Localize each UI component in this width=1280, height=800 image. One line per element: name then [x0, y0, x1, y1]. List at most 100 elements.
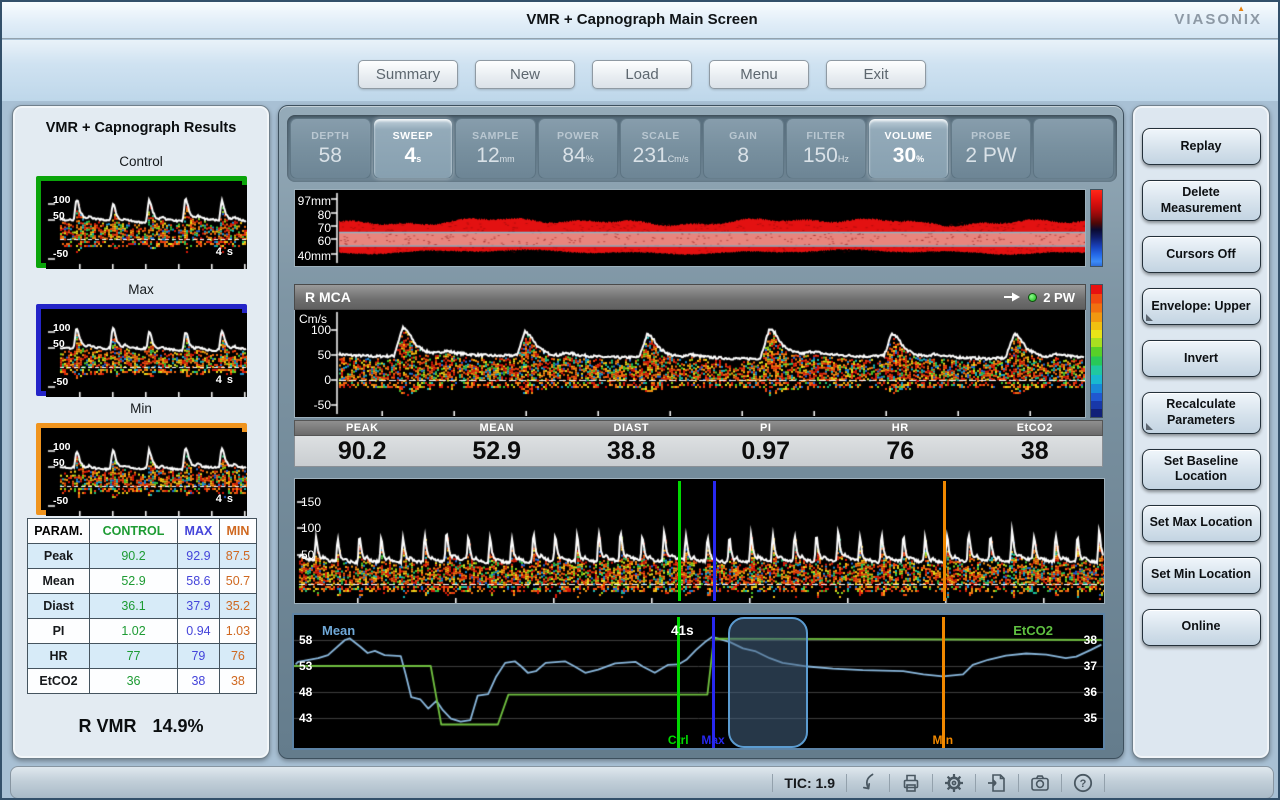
table-row: PI 1.02 0.94 1.03	[28, 619, 257, 644]
left-ytick: 43	[299, 711, 312, 725]
mmode-depth-label: 80	[295, 208, 331, 222]
viasonix-logo: VIASONIX ▲	[1174, 11, 1262, 28]
col-control: CONTROL	[90, 519, 178, 544]
summary-button[interactable]: Summary	[358, 60, 458, 89]
peak-value: 90.2	[295, 436, 430, 466]
vessel-name: R MCA	[305, 289, 351, 305]
mmode-colorbar	[1090, 189, 1103, 267]
separator	[772, 774, 773, 792]
right-ytick: 35	[1084, 711, 1097, 725]
menu-button[interactable]: Menu	[709, 60, 809, 89]
table-header-row: PARAM. CONTROL MAX MIN	[28, 519, 257, 544]
doppler-header: R MCA 2 PW	[294, 284, 1086, 310]
trend-chart-canvas	[294, 615, 1103, 748]
max-cursor[interactable]	[713, 481, 716, 601]
right-ytick: 36	[1084, 685, 1097, 699]
thumb-xlabel: 4 s	[216, 493, 234, 505]
param-empty[interactable]	[1033, 118, 1114, 179]
control-waveform-thumbnail: 100 50 -50 4 s	[36, 176, 247, 268]
param-power[interactable]: POWER84%	[538, 118, 619, 179]
probe-led-icon	[1028, 293, 1037, 302]
table-row: Mean 52.9 58.6 50.7	[28, 569, 257, 594]
trend-ytick: 100	[301, 521, 331, 535]
set-baseline-location-button[interactable]: Set Baseline Location	[1142, 449, 1261, 490]
param-probe[interactable]: PROBE2 PW	[951, 118, 1032, 179]
logo-caret-icon: ▲	[1237, 4, 1247, 13]
max-cursor[interactable]	[712, 617, 715, 748]
swoosh-arrow-icon[interactable]	[856, 771, 880, 795]
gear-icon[interactable]	[942, 771, 966, 795]
replay-button[interactable]: Replay	[1142, 128, 1261, 165]
submenu-triangle-icon	[1146, 423, 1153, 430]
doppler-ytick: 100	[295, 323, 331, 337]
page-title: VMR + Capnograph Main Screen	[2, 11, 1280, 28]
help-icon[interactable]: ?	[1071, 771, 1095, 795]
doppler-colorbar	[1090, 284, 1103, 418]
mmode-depth-label: 70	[295, 221, 331, 235]
mean-value: 52.9	[430, 436, 565, 466]
etco2-value: 38	[968, 436, 1103, 466]
control-thumb-label: Control	[13, 154, 269, 169]
doppler-ytick: 0	[295, 373, 331, 387]
values-strip: 90.2 52.9 38.8 0.97 76 38	[294, 436, 1103, 467]
separator	[1061, 774, 1062, 792]
param-sample[interactable]: SAMPLE12mm	[455, 118, 536, 179]
set-min-location-button[interactable]: Set Min Location	[1142, 557, 1261, 594]
trend-ytick: 150	[301, 495, 331, 509]
app-window: VMR + Capnograph Main Screen VIASONIX ▲ …	[0, 0, 1280, 800]
action-panel: Replay Delete Measurement Cursors Off En…	[1132, 105, 1270, 759]
table-row: Diast 36.1 37.9 35.2	[28, 594, 257, 619]
export-report-icon[interactable]	[985, 771, 1009, 795]
thumb-xlabel: 4 s	[216, 246, 234, 258]
mmode-display: 97mm 80 70 60 40mm	[294, 189, 1086, 267]
etco2-label: EtCO2	[968, 421, 1103, 435]
thumb-ytick: -50	[53, 376, 68, 388]
min-cursor-label: Min	[923, 733, 963, 747]
results-table: PARAM. CONTROL MAX MIN Peak 90.2 92.9 87…	[27, 518, 257, 694]
diast-value: 38.8	[564, 436, 699, 466]
printer-icon[interactable]	[899, 771, 923, 795]
submenu-triangle-icon	[1146, 314, 1153, 321]
separator	[932, 774, 933, 792]
invert-button[interactable]: Invert	[1142, 340, 1261, 377]
delete-measurement-button[interactable]: Delete Measurement	[1142, 180, 1261, 221]
probe-status: 2 PW	[1002, 290, 1075, 305]
doppler-canvas	[295, 310, 1085, 416]
recalculate-parameters-button[interactable]: Recalculate Parameters	[1142, 392, 1261, 433]
camera-icon[interactable]	[1028, 771, 1052, 795]
cursor-time-annotation: 41s	[671, 623, 694, 638]
thumb-ytick: -50	[53, 248, 68, 260]
pi-label: PI	[699, 421, 834, 435]
min-cursor[interactable]	[943, 481, 946, 601]
param-filter[interactable]: FILTER150Hz	[786, 118, 867, 179]
table-row: Peak 90.2 92.9 87.5	[28, 544, 257, 569]
mean-series-label: Mean	[322, 623, 355, 638]
vmr-label: R VMR	[78, 716, 136, 736]
selection-region[interactable]	[728, 617, 808, 748]
title-bar: VMR + Capnograph Main Screen VIASONIX ▲	[2, 2, 1280, 39]
param-depth[interactable]: DEPTH58	[290, 118, 371, 179]
set-max-location-button[interactable]: Set Max Location	[1142, 505, 1261, 542]
min-cursor[interactable]	[942, 617, 945, 748]
mmode-depth-label: 97mm	[295, 194, 331, 208]
col-max: MAX	[178, 519, 220, 544]
param-sweep[interactable]: SWEEP4s	[373, 118, 454, 179]
param-gain[interactable]: GAIN8	[703, 118, 784, 179]
load-button[interactable]: Load	[592, 60, 692, 89]
peak-label: PEAK	[295, 421, 430, 435]
cursors-off-button[interactable]: Cursors Off	[1142, 236, 1261, 273]
vmr-result: R VMR14.9%	[13, 716, 269, 737]
thumb-ytick: -50	[53, 495, 68, 507]
envelope-upper-button[interactable]: Envelope: Upper	[1142, 288, 1261, 325]
ctrl-cursor[interactable]	[678, 481, 681, 601]
mmode-canvas	[295, 190, 1085, 266]
etco2-series-label: EtCO2	[1013, 623, 1053, 638]
exit-button[interactable]: Exit	[826, 60, 926, 89]
param-scale[interactable]: SCALE231Cm/s	[620, 118, 701, 179]
svg-text:?: ?	[1080, 778, 1087, 790]
param-volume[interactable]: VOLUME30%	[868, 118, 949, 179]
new-button[interactable]: New	[475, 60, 575, 89]
online-button[interactable]: Online	[1142, 609, 1261, 646]
separator	[889, 774, 890, 792]
table-row: HR 77 79 76	[28, 644, 257, 669]
